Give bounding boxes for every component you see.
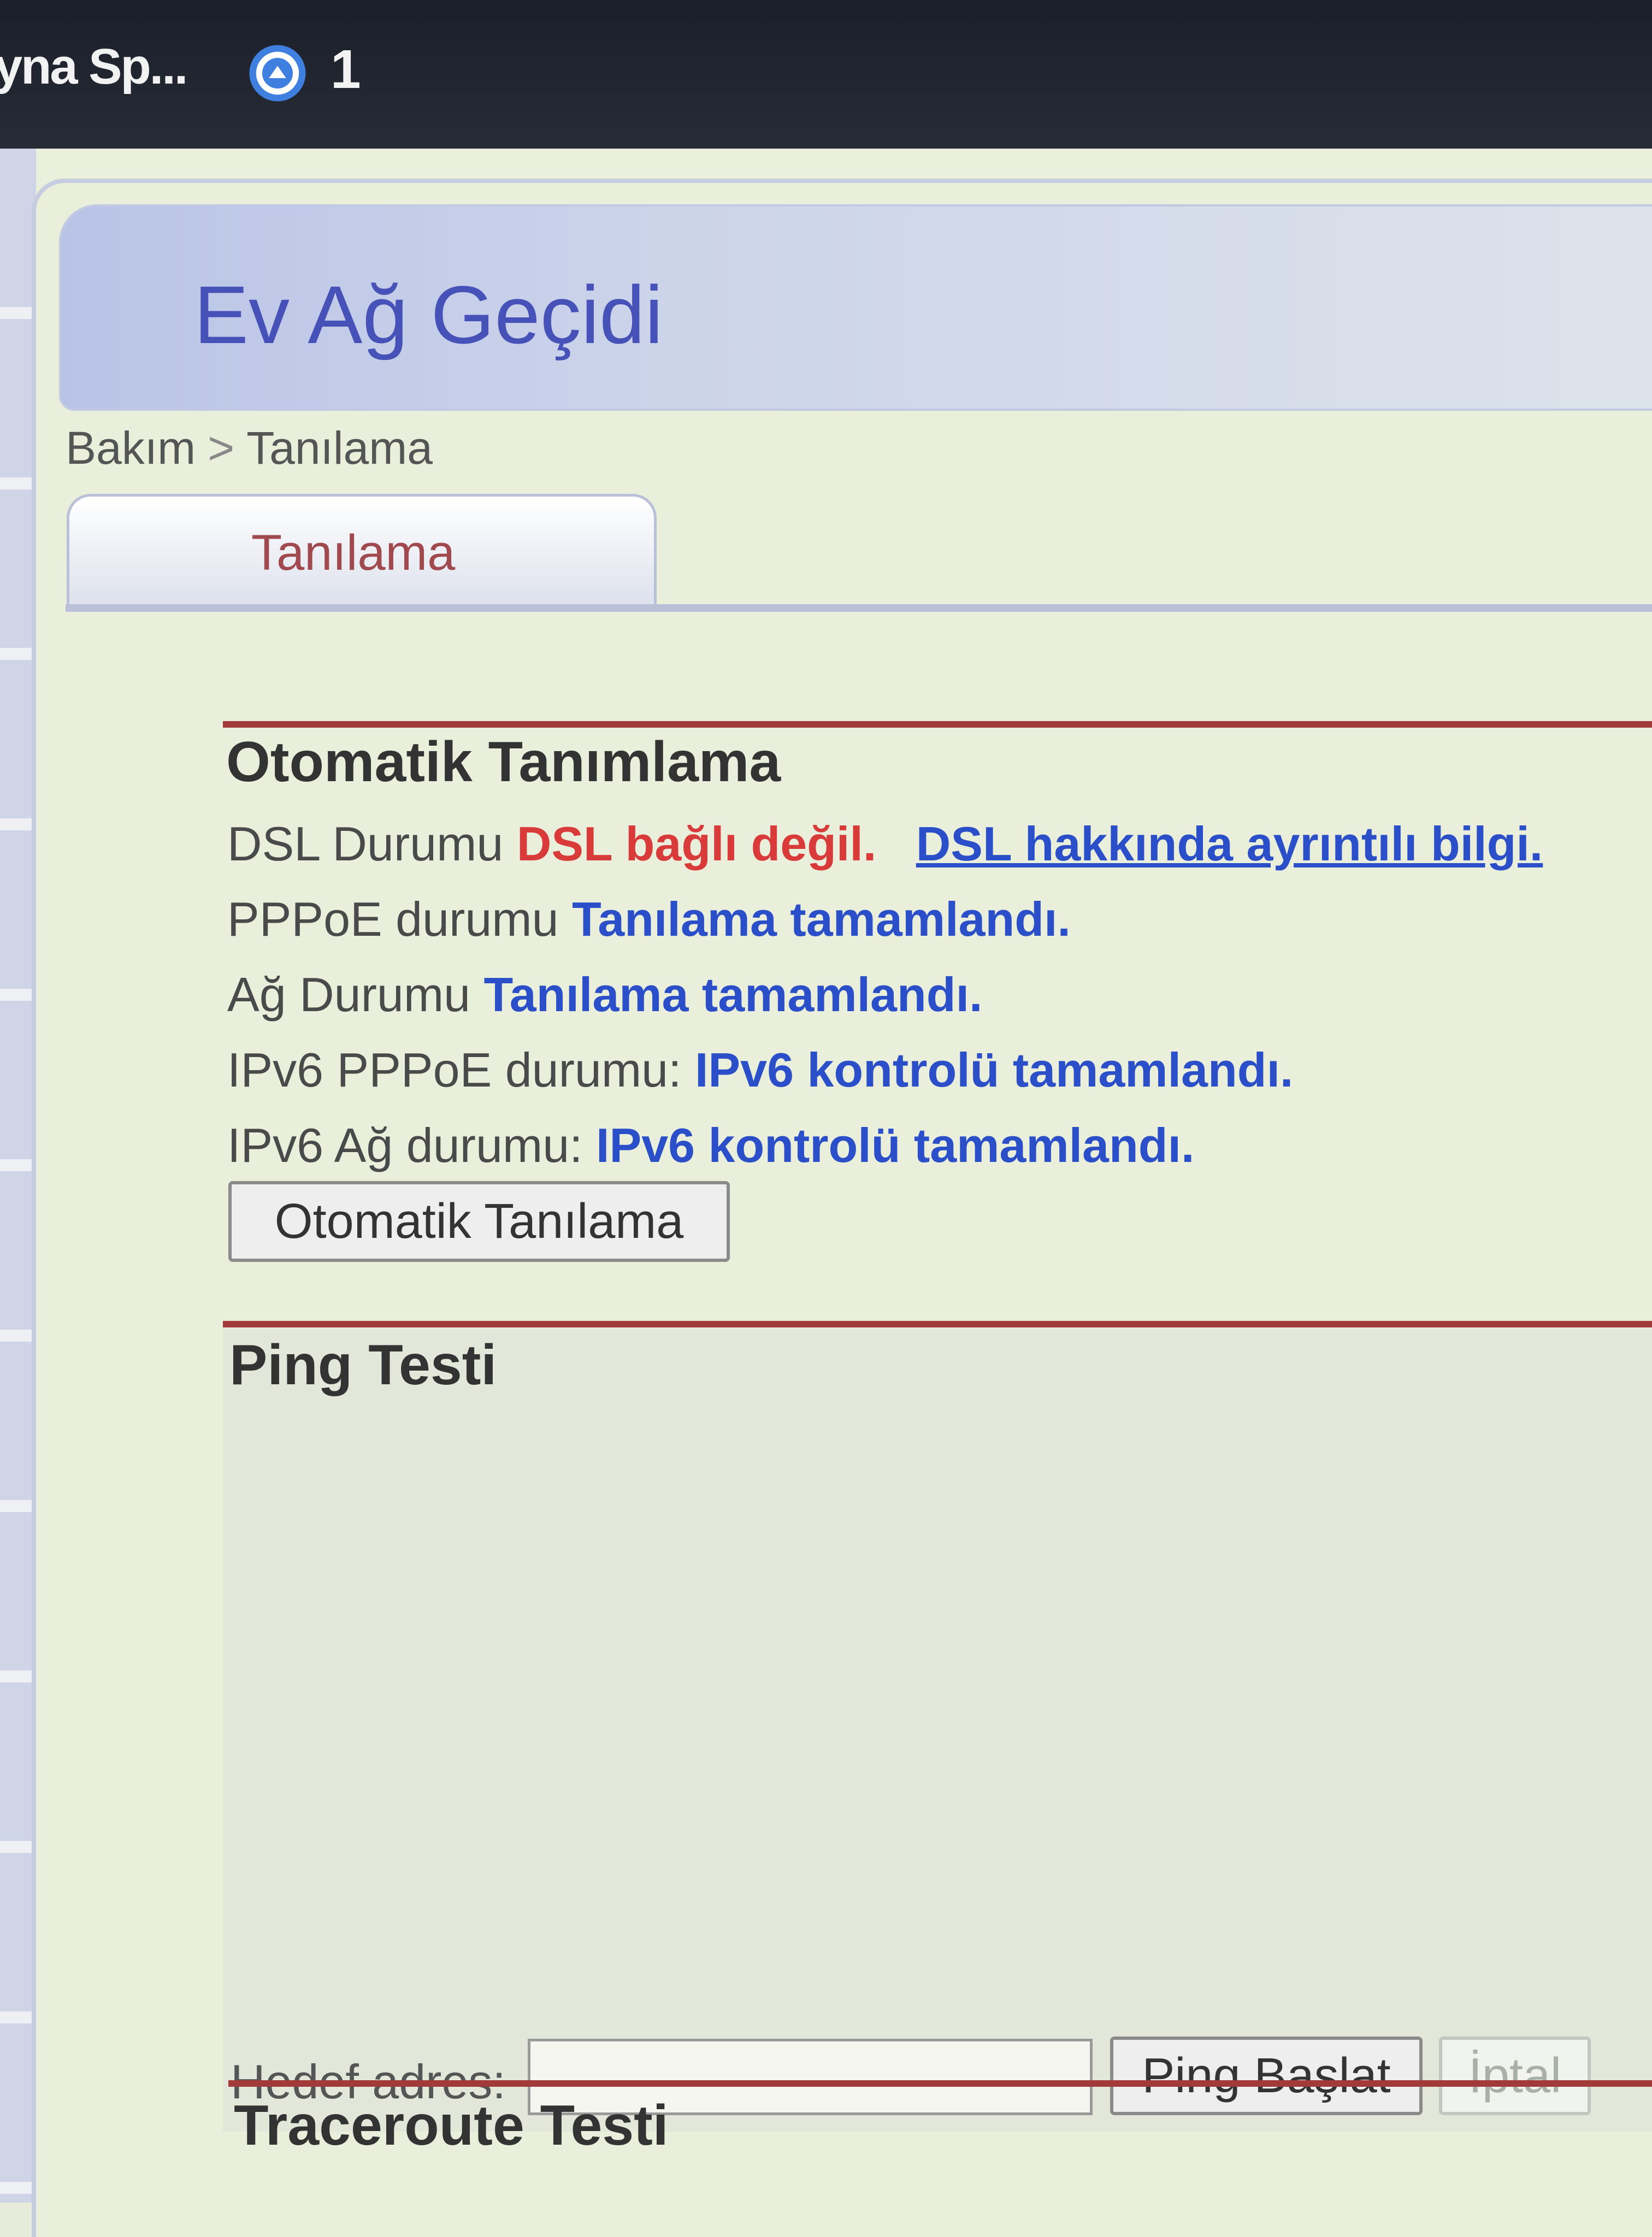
taskbar-badge-count: 1 — [331, 39, 361, 100]
dsl-status-value: DSL bağlı değil. — [516, 817, 877, 871]
pppoe-status-label: PPPoE durumu — [227, 892, 559, 946]
dsl-status-row: DSL Durumu DSL bağlı değil. DSL hakkında… — [227, 816, 1543, 872]
ping-output-area — [223, 1329, 1652, 2132]
breadcrumb-current: Tanılama — [246, 422, 433, 474]
network-status-value: Tanılama tamamlandı. — [483, 967, 983, 1022]
auto-diagnosis-button[interactable]: Otomatik Tanılama — [228, 1181, 730, 1262]
ping-test-divider — [223, 1321, 1652, 1327]
traceroute-test-divider — [228, 2080, 1652, 2087]
ipv6-pppoe-status-label: IPv6 PPPoE durumu: — [227, 1043, 682, 1097]
ping-start-button[interactable]: Ping Başlat — [1110, 2037, 1423, 2115]
tab-underline — [66, 604, 1652, 612]
breadcrumb: Bakım > Tanılama — [66, 422, 433, 475]
breadcrumb-parent[interactable]: Bakım — [66, 422, 196, 474]
auto-diagnosis-divider — [223, 721, 1652, 728]
ipv6-pppoe-status-value: IPv6 kontrolü tamamlandı. — [694, 1043, 1294, 1097]
ipv6-pppoe-status-row: IPv6 PPPoE durumu: IPv6 kontrolü tamamla… — [227, 1042, 1293, 1098]
ipv6-network-status-value: IPv6 kontrolü tamamlandı. — [596, 1118, 1195, 1172]
pppoe-status-value: Tanılama tamamlandı. — [572, 892, 1071, 946]
dsl-status-label: DSL Durumu — [227, 817, 504, 871]
auto-diagnosis-title: Otomatik Tanımlama — [226, 730, 781, 794]
dsl-details-link[interactable]: DSL hakkında ayrıntılı bilgi. — [916, 817, 1543, 871]
network-status-row: Ağ Durumu Tanılama tamamlandı. — [227, 967, 982, 1023]
tab-tanilama-label: Tanılama — [251, 525, 456, 581]
ping-cancel-button[interactable]: İptal — [1439, 2037, 1591, 2115]
browser-page: Ev Ağ Geçidi Bakım > Tanılama Tanılama Oto… — [0, 149, 1652, 2237]
network-status-label: Ağ Durumu — [227, 967, 471, 1022]
ping-test-title: Ping Testi — [229, 1333, 497, 1397]
notification-circle-icon[interactable] — [247, 43, 308, 104]
taskbar-app-title[interactable]: yna Sp... — [0, 38, 188, 96]
traceroute-test-title: Traceroute Testi — [234, 2094, 669, 2157]
breadcrumb-separator: > — [208, 422, 235, 474]
ipv6-network-status-label: IPv6 Ağ durumu: — [227, 1118, 583, 1172]
taskbar: yna Sp... 1 — [0, 0, 1652, 149]
page-title: Ev Ağ Geçidi — [194, 269, 663, 361]
ipv6-network-status-row: IPv6 Ağ durumu: IPv6 kontrolü tamamlandı… — [227, 1118, 1194, 1173]
left-sidebar-strip — [0, 149, 36, 2203]
pppoe-status-row: PPPoE durumu Tanılama tamamlandı. — [227, 892, 1071, 947]
